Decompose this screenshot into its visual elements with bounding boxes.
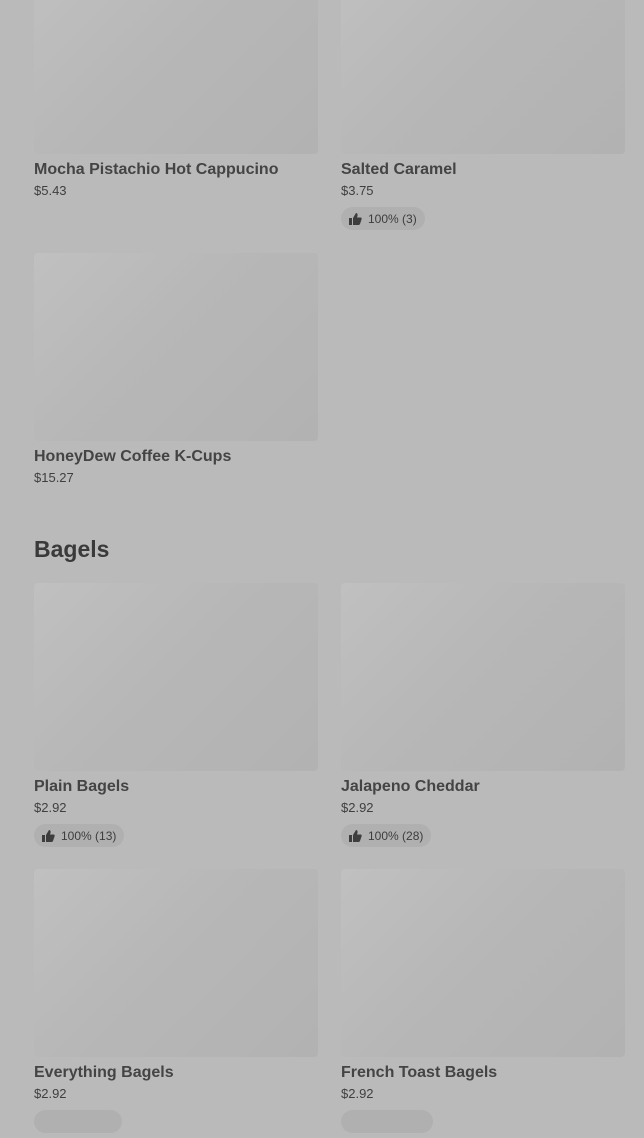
product-image[interactable]	[34, 0, 318, 154]
rating-text: 100% (28)	[368, 828, 424, 843]
thumbs-up-icon	[349, 212, 362, 225]
product-card[interactable]: Mocha Pistachio Hot Cappucino $5.43	[34, 0, 318, 199]
rating-badge: 100% (28)	[341, 824, 432, 847]
product-name[interactable]: Jalapeno Cheddar	[341, 777, 625, 797]
product-image[interactable]	[341, 869, 625, 1057]
product-image[interactable]	[341, 583, 625, 771]
rating-text: 100% (13)	[61, 828, 117, 843]
product-price: $2.92	[34, 1086, 67, 1101]
product-image[interactable]	[34, 869, 318, 1057]
thumbs-up-icon	[349, 829, 362, 842]
product-card[interactable]: Salted Caramel $3.75 100% (3)	[341, 0, 625, 230]
product-image[interactable]	[34, 253, 318, 441]
product-card[interactable]: Jalapeno Cheddar $2.92 100% (28)	[341, 583, 625, 847]
rating-text: 100% (3)	[368, 211, 417, 226]
product-price: $15.27	[34, 470, 74, 485]
product-price: $2.92	[341, 1086, 374, 1101]
product-card[interactable]: Plain Bagels $2.92 100% (13)	[34, 583, 318, 847]
thumbs-up-icon	[42, 829, 55, 842]
rating-badge: 100% (13)	[34, 824, 125, 847]
product-image[interactable]	[34, 583, 318, 771]
product-card[interactable]: HoneyDew Coffee K-Cups $15.27	[34, 253, 318, 486]
product-name[interactable]: Mocha Pistachio Hot Cappucino	[34, 160, 318, 180]
rating-badge	[34, 1110, 122, 1133]
product-name[interactable]: Everything Bagels	[34, 1063, 318, 1083]
rating-badge: 100% (3)	[341, 207, 425, 230]
product-price: $5.43	[34, 183, 67, 198]
product-price: $2.92	[341, 800, 374, 815]
product-price: $3.75	[341, 183, 374, 198]
product-price: $2.92	[34, 800, 67, 815]
rating-badge	[341, 1110, 433, 1133]
product-card[interactable]: French Toast Bagels $2.92	[341, 869, 625, 1138]
product-card[interactable]: Everything Bagels $2.92	[34, 869, 318, 1138]
product-name[interactable]: Salted Caramel	[341, 160, 625, 180]
product-image[interactable]	[341, 0, 625, 154]
product-name[interactable]: French Toast Bagels	[341, 1063, 625, 1083]
product-name[interactable]: Plain Bagels	[34, 777, 318, 797]
section-title: Bagels	[34, 536, 110, 562]
product-name[interactable]: HoneyDew Coffee K-Cups	[34, 447, 318, 467]
